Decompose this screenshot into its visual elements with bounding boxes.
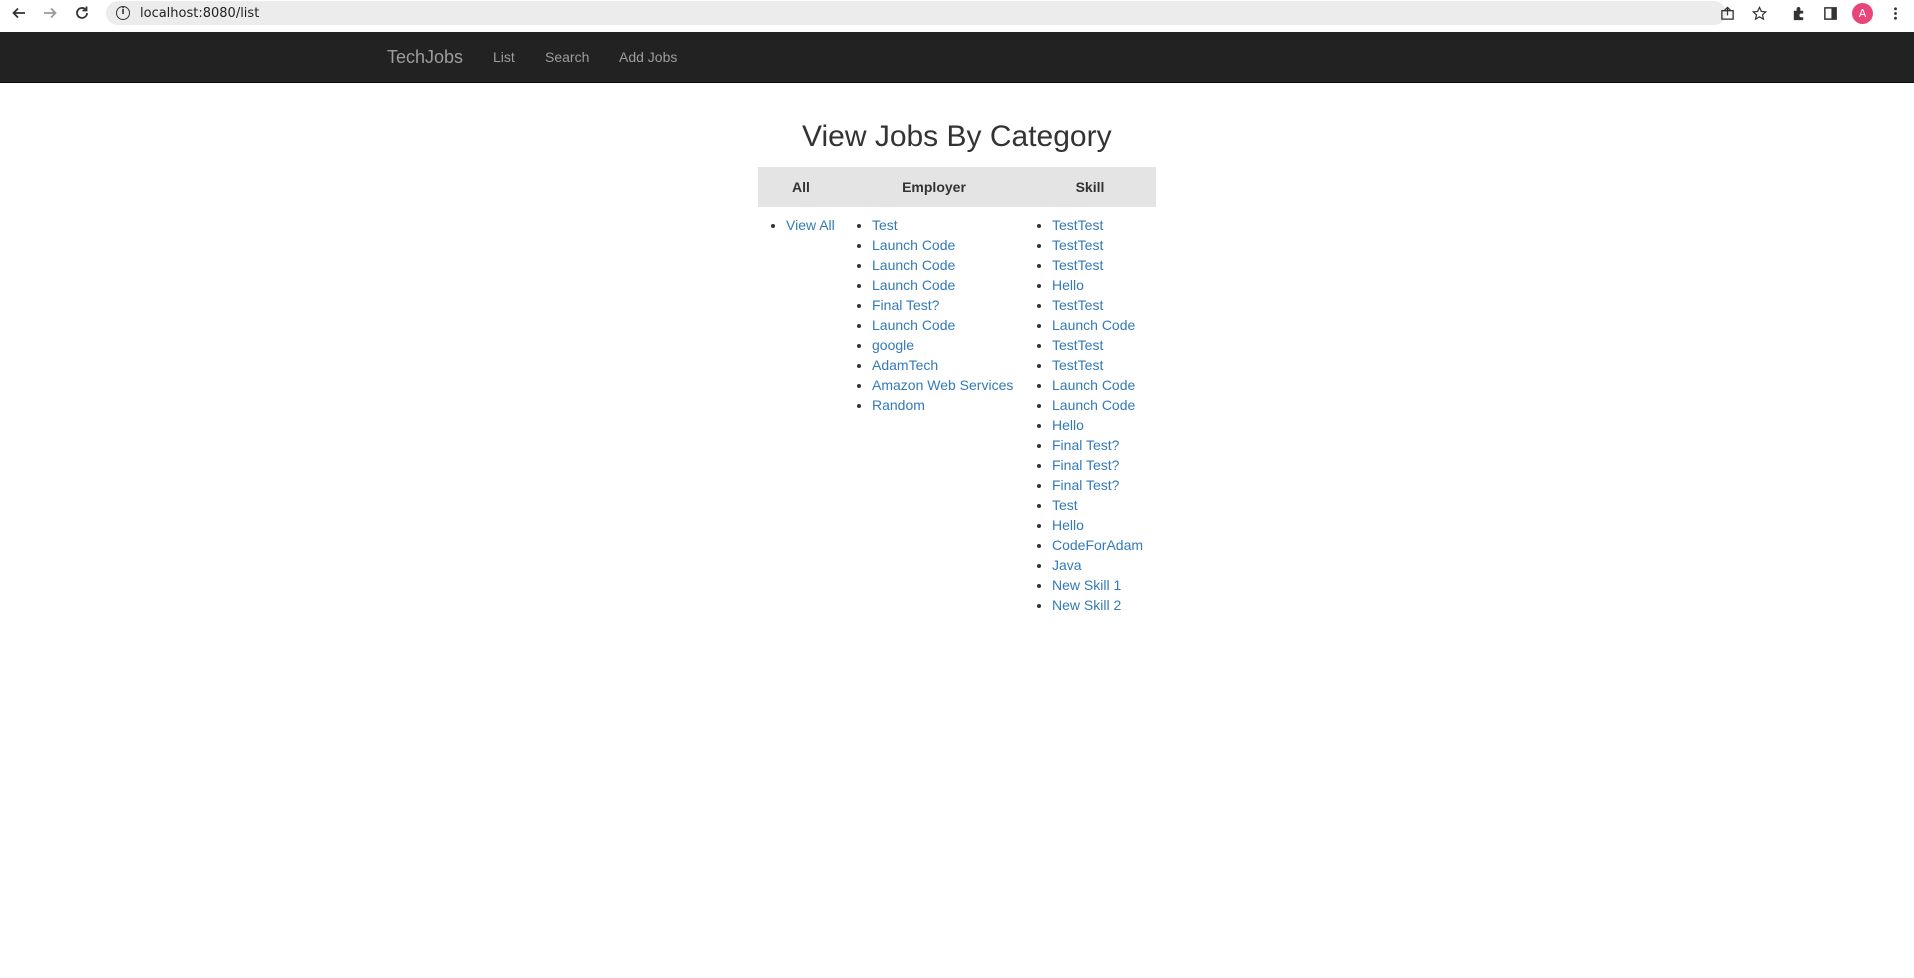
skill-item: TestTest	[1052, 255, 1148, 275]
skill-link[interactable]: TestTest	[1052, 237, 1103, 253]
employer-item: Launch Code	[872, 275, 1016, 295]
employer-link[interactable]: google	[872, 337, 914, 353]
employer-item: google	[872, 335, 1016, 355]
skill-link[interactable]: Final Test?	[1052, 437, 1119, 453]
column-header-all: All	[758, 167, 844, 207]
avatar[interactable]: A	[1852, 3, 1873, 24]
skill-link[interactable]: Java	[1052, 557, 1082, 573]
skill-item: TestTest	[1052, 335, 1148, 355]
skill-item: TestTest	[1052, 295, 1148, 315]
nav-link-search[interactable]: Search	[545, 49, 589, 65]
all-link[interactable]: View All	[786, 217, 835, 233]
nav-link-add-jobs[interactable]: Add Jobs	[619, 49, 677, 65]
employer-link[interactable]: Launch Code	[872, 257, 955, 273]
skill-item: Final Test?	[1052, 435, 1148, 455]
skill-item: Launch Code	[1052, 315, 1148, 335]
employer-list: Test Launch Code Launch Code Launch Code Fin…	[852, 215, 1016, 415]
employer-link[interactable]: Launch Code	[872, 237, 955, 253]
skill-link[interactable]: CodeForAdam	[1052, 537, 1143, 553]
skill-column: TestTest TestTest TestTest Hello TestTest Lau…	[1024, 207, 1156, 615]
employer-link[interactable]: Random	[872, 397, 925, 413]
skill-link[interactable]: Final Test?	[1052, 457, 1119, 473]
all-column: View All	[758, 207, 844, 615]
skill-item: TestTest	[1052, 355, 1148, 375]
skill-item: Test	[1052, 495, 1148, 515]
back-icon[interactable]	[7, 1, 31, 25]
skill-link[interactable]: Launch Code	[1052, 397, 1135, 413]
skill-link[interactable]: Launch Code	[1052, 377, 1135, 393]
forward-icon[interactable]	[38, 1, 62, 25]
employer-item: Amazon Web Services	[872, 375, 1016, 395]
skill-link[interactable]: TestTest	[1052, 257, 1103, 273]
skill-link[interactable]: Hello	[1052, 277, 1084, 293]
employer-link[interactable]: AdamTech	[872, 357, 938, 373]
star-icon[interactable]	[1750, 4, 1768, 22]
skill-link[interactable]: TestTest	[1052, 337, 1103, 353]
nav-link-list[interactable]: List	[493, 49, 515, 65]
employer-item: Final Test?	[872, 295, 1016, 315]
address-bar[interactable]: i localhost:8080/list	[106, 1, 1726, 25]
column-header-employer: Employer	[844, 167, 1024, 207]
skill-link[interactable]: Hello	[1052, 417, 1084, 433]
skill-link[interactable]: Final Test?	[1052, 477, 1119, 493]
employer-item: Launch Code	[872, 255, 1016, 275]
employer-item: AdamTech	[872, 355, 1016, 375]
skill-link[interactable]: New Skill 1	[1052, 577, 1121, 593]
extensions-icon[interactable]	[1789, 4, 1807, 22]
skill-item: Launch Code	[1052, 375, 1148, 395]
employer-link[interactable]: Launch Code	[872, 277, 955, 293]
employer-column: Test Launch Code Launch Code Launch Code Fin…	[844, 207, 1024, 615]
skill-item: Final Test?	[1052, 475, 1148, 495]
skill-link[interactable]: Test	[1052, 497, 1078, 513]
skill-item: New Skill 2	[1052, 595, 1148, 615]
column-header-skill: Skill	[1024, 167, 1156, 207]
menu-icon[interactable]	[1886, 4, 1904, 22]
skill-item: Hello	[1052, 415, 1148, 435]
employer-item: Launch Code	[872, 315, 1016, 335]
site-navbar: TechJobs List Search Add Jobs	[0, 32, 1914, 83]
skill-link[interactable]: Launch Code	[1052, 317, 1135, 333]
browser-toolbar: i localhost:8080/list A	[0, 0, 1914, 26]
reload-icon[interactable]	[70, 1, 94, 25]
skill-item: Final Test?	[1052, 455, 1148, 475]
all-item: View All	[786, 215, 836, 235]
skill-link[interactable]: TestTest	[1052, 217, 1103, 233]
skill-item: CodeForAdam	[1052, 535, 1148, 555]
skill-link[interactable]: Hello	[1052, 517, 1084, 533]
info-icon[interactable]: i	[116, 6, 130, 20]
skill-item: TestTest	[1052, 235, 1148, 255]
employer-item: Launch Code	[872, 235, 1016, 255]
all-list: View All	[766, 215, 836, 235]
employer-item: Random	[872, 395, 1016, 415]
page-title: View Jobs By Category	[802, 120, 1112, 153]
employer-link[interactable]: Test	[872, 217, 898, 233]
url-text[interactable]: localhost:8080/list	[140, 6, 259, 21]
skill-item: TestTest	[1052, 215, 1148, 235]
skill-item: Launch Code	[1052, 395, 1148, 415]
employer-link[interactable]: Launch Code	[872, 317, 955, 333]
employer-item: Test	[872, 215, 1016, 235]
brand-link[interactable]: TechJobs	[387, 47, 463, 68]
skill-list: TestTest TestTest TestTest Hello TestTest Lau…	[1032, 215, 1148, 615]
skill-link[interactable]: New Skill 2	[1052, 597, 1121, 613]
skill-link[interactable]: TestTest	[1052, 297, 1103, 313]
employer-link[interactable]: Final Test?	[872, 297, 939, 313]
skill-link[interactable]: TestTest	[1052, 357, 1103, 373]
share-icon[interactable]	[1718, 4, 1736, 22]
employer-link[interactable]: Amazon Web Services	[872, 377, 1013, 393]
skill-item: New Skill 1	[1052, 575, 1148, 595]
skill-item: Hello	[1052, 515, 1148, 535]
skill-item: Java	[1052, 555, 1148, 575]
sidebar-icon[interactable]	[1821, 4, 1839, 22]
skill-item: Hello	[1052, 275, 1148, 295]
category-table: All Employer Skill View All Test Launch C…	[758, 167, 1156, 615]
